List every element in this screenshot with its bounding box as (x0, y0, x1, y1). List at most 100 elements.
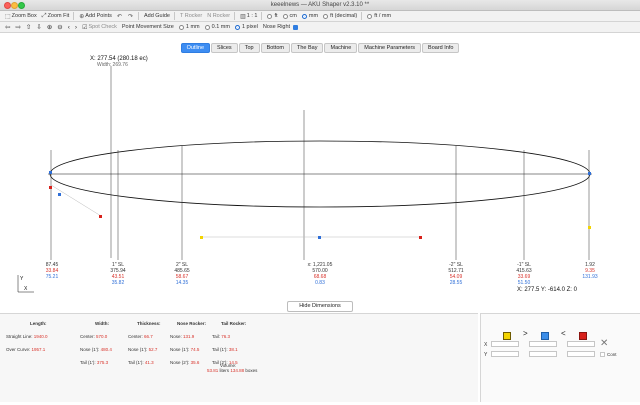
station-label: x: 1,221.05 570.00 68.68 0.83 (307, 262, 333, 286)
toolbar-divider (361, 12, 363, 20)
unit-radio-ft-decimal[interactable]: ft (decimal) (323, 13, 357, 19)
zoom-fit-button[interactable]: ⤢ Zoom Fit (42, 13, 70, 20)
dimension-row: Tail (1'): 38.1 (212, 347, 238, 352)
zoom-out-button[interactable]: ⊖ (57, 23, 62, 31)
width-header: Width: (95, 321, 109, 326)
blue-y-input[interactable] (529, 351, 557, 357)
station-label: 87.45 33.84 75.21 (45, 262, 59, 280)
yellow-y-input[interactable] (491, 351, 519, 357)
next-button[interactable]: › (75, 24, 77, 31)
radio-icon (267, 13, 273, 19)
blue-x-input[interactable] (529, 341, 557, 347)
dimensions-panel: Length: Straight Line: 1940.0 Over Curve… (0, 313, 478, 402)
axis-y-label: Y (20, 276, 24, 282)
red-x-input[interactable] (567, 341, 595, 347)
dimension-row: Tail: 76.3 (212, 334, 231, 339)
previous-button[interactable]: ‹ (68, 24, 70, 31)
yellow-point-swatch[interactable] (503, 332, 511, 340)
control-point (200, 236, 203, 239)
toolbar-divider (137, 12, 139, 20)
t-rocker-button[interactable]: T Rocker (180, 13, 202, 19)
zoom-in-button[interactable]: ⊕ (47, 23, 52, 31)
control-point (318, 236, 321, 239)
title-bar: keeelnews — AKU Shaper v2.3.10 ** (0, 0, 640, 11)
station-label: -1" SL 415.63 33.69 51.50 (516, 262, 532, 286)
add-guide-button[interactable]: Add Guide (144, 13, 170, 19)
arrow-left-button[interactable]: ⇦ (5, 23, 10, 31)
station-label: 1.92 9.35 131.93 (582, 262, 598, 280)
radio-selected-icon (234, 24, 240, 30)
movement-radio-1mm[interactable]: 1 mm (178, 24, 200, 30)
scale-button[interactable]: ▥ 1 : 1 (240, 13, 257, 20)
movement-radio-1pixel[interactable]: 1 pixel (234, 24, 258, 30)
control-point (99, 215, 102, 218)
red-y-input[interactable] (567, 351, 595, 357)
toolbar-divider (234, 12, 236, 20)
station-label: 2" SL 485.65 58.67 14.35 (174, 262, 190, 286)
station-label: -2" SL 512.71 54.09 28.55 (448, 262, 464, 286)
toolbar-divider (173, 12, 175, 20)
undo-icon: ↶ (116, 13, 122, 20)
unit-radio-cm[interactable]: cm (282, 13, 297, 19)
add-icon: ⊕ (79, 13, 85, 20)
arrow-right-button[interactable]: ⇨ (15, 23, 20, 31)
control-point (58, 193, 61, 196)
window-title: keeelnews — AKU Shaper v2.3.10 ** (270, 2, 370, 8)
cursor-coordinates: X: 277.5 Y: -614.0 Z: 0 (517, 287, 577, 293)
control-point (419, 236, 422, 239)
length-header: Length: (30, 321, 47, 326)
add-points-button[interactable]: ⊕ Add Points (79, 13, 112, 20)
zoom-fit-icon: ⤢ (41, 12, 47, 19)
control-point (49, 171, 52, 174)
width-column: Width: Center: 570.0 Nose (1'): 480.4 Ta… (80, 317, 130, 369)
redo-icon: ↷ (127, 13, 133, 20)
control-point (588, 172, 591, 175)
continuous-checkbox[interactable] (600, 352, 605, 357)
tail-rocker-column: Tail Rocker: Tail: 76.3 Tail (1'): 38.1 … (212, 317, 262, 369)
next-point-button[interactable]: > (523, 329, 528, 338)
dimension-row: Tail (1'): 375.3 (80, 360, 109, 365)
axis-x-label: X (24, 286, 28, 292)
arrow-down-button[interactable]: ⇩ (36, 23, 41, 31)
x-label: X (484, 342, 488, 348)
dimension-row: Over Curve: 1957.1 (6, 347, 46, 352)
radio-icon (204, 24, 210, 30)
radio-icon (178, 24, 184, 30)
tail-rocker-header: Tail Rocker: (221, 321, 247, 326)
nose-right-checkbox[interactable]: Nose Right (263, 24, 299, 30)
point-editor-panel: > < X Y ✕ Cont (480, 313, 640, 402)
length-column: Length: Straight Line: 1940.0 Over Curve… (6, 317, 66, 356)
volume-readout: Volume: 53.81 liters 134.88 boxes (207, 363, 258, 373)
movement-radio-0-1mm[interactable]: 0.1 mm (204, 24, 230, 30)
checkbox-icon: ☑ (82, 24, 88, 31)
main-toolbar: ⬚ Zoom Box ⤢ Zoom Fit ⊕ Add Points ↶ ↷ A… (0, 11, 640, 22)
yellow-x-input[interactable] (491, 341, 519, 347)
toolbar-divider (73, 12, 75, 20)
hide-dimensions-button[interactable]: Hide Dimensions (287, 301, 353, 312)
toolbar-divider (261, 12, 263, 20)
n-rocker-button[interactable]: N Rocker (207, 13, 230, 19)
zoom-box-button[interactable]: ⬚ Zoom Box (5, 13, 37, 20)
dimension-row: Nose (1'): 480.4 (80, 347, 112, 352)
scale-icon: ▥ (240, 13, 246, 20)
previous-point-button[interactable]: < (561, 329, 566, 338)
y-label: Y (484, 352, 488, 358)
control-point (588, 226, 591, 229)
spot-check-checkbox[interactable]: ☑ Spot Check (82, 24, 117, 31)
point-movement-label: Point Movement Size (121, 24, 174, 30)
delete-point-icon[interactable]: ✕ (600, 338, 608, 349)
radio-icon (367, 13, 373, 19)
blue-point-swatch[interactable] (541, 332, 549, 340)
undo-button[interactable]: ↶ (117, 13, 123, 20)
radio-icon (282, 13, 288, 19)
station-label: 1" SL 375.94 43.51 35.82 (110, 262, 126, 286)
control-handle-line (50, 184, 102, 217)
unit-radio-mm[interactable]: mm (301, 13, 318, 19)
red-point-swatch[interactable] (579, 332, 587, 340)
arrow-up-button[interactable]: ⇧ (26, 23, 31, 31)
zoom-box-icon: ⬚ (5, 13, 11, 20)
redo-button[interactable]: ↷ (128, 13, 134, 20)
unit-radio-ft-mm[interactable]: ft / mm (367, 13, 391, 19)
unit-radio-ft[interactable]: ft (267, 13, 278, 19)
radio-selected-icon (301, 13, 307, 19)
